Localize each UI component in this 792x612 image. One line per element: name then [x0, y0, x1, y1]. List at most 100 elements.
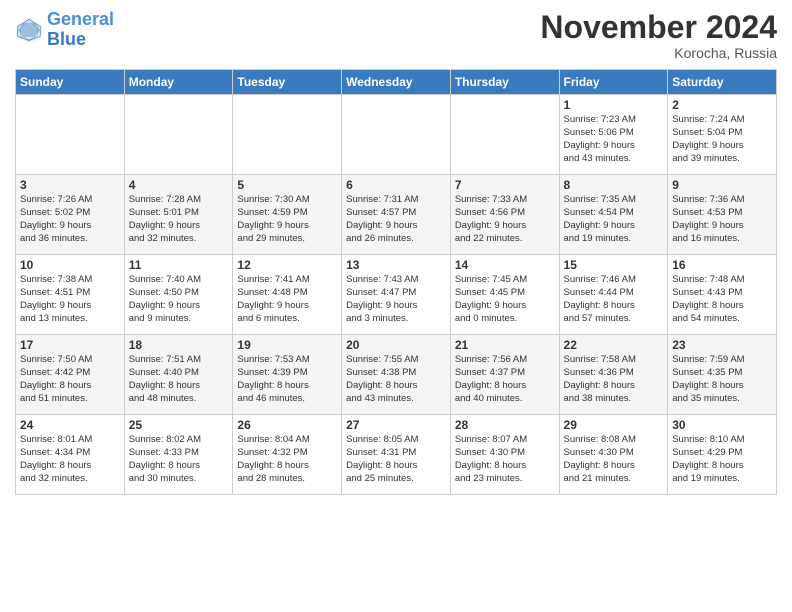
calendar-cell: 5Sunrise: 7:30 AM Sunset: 4:59 PM Daylig…: [233, 175, 342, 255]
day-info: Sunrise: 7:50 AM Sunset: 4:42 PM Dayligh…: [20, 354, 120, 405]
day-number: 13: [346, 258, 446, 272]
calendar-cell: 10 Sunrise: 7:38 AM Sunset: 4:51 PM Dayli…: [16, 255, 125, 335]
day-info: Sunrise: 7:58 AM Sunset: 4:36 PM Dayligh…: [564, 354, 664, 405]
calendar-row: 17 Sunrise: 7:50 AM Sunset: 4:42 PM Dayli…: [16, 335, 777, 415]
day-number: 12: [237, 258, 337, 272]
day-number: 20: [346, 338, 446, 352]
day-number: 17: [20, 338, 120, 352]
day-number: 19: [237, 338, 337, 352]
logo-line2: Blue: [47, 30, 114, 50]
day-number: 10: [20, 258, 120, 272]
day-info: Sunrise: 7:48 AM Sunset: 4:43 PM Dayligh…: [672, 274, 772, 325]
day-number: 28: [455, 418, 555, 432]
day-info: Sunrise: 7:56 AM Sunset: 4:37 PM Dayligh…: [455, 354, 555, 405]
calendar-cell: 2 Sunrise: 7:24 AM Sunset: 5:04 PM Daylig…: [668, 95, 777, 175]
calendar-cell: 24 Sunrise: 8:01 AM Sunset: 4:34 PM Dayli…: [16, 415, 125, 495]
day-number: 24: [20, 418, 120, 432]
calendar-cell: [16, 95, 125, 175]
day-number: 22: [564, 338, 664, 352]
header: General Blue November 2024 Korocha, Russ…: [15, 10, 777, 61]
calendar-cell: [124, 95, 233, 175]
calendar-cell: 9 Sunrise: 7:36 AM Sunset: 4:53 PM Daylig…: [668, 175, 777, 255]
day-number: 2: [672, 98, 772, 112]
calendar-cell: 25 Sunrise: 8:02 AM Sunset: 4:33 PM Dayli…: [124, 415, 233, 495]
calendar-row: 10 Sunrise: 7:38 AM Sunset: 4:51 PM Dayli…: [16, 255, 777, 335]
calendar-cell: 28 Sunrise: 8:07 AM Sunset: 4:30 PM Dayli…: [450, 415, 559, 495]
day-number: 25: [129, 418, 229, 432]
calendar-cell: 20 Sunrise: 7:55 AM Sunset: 4:38 PM Dayli…: [342, 335, 451, 415]
calendar-cell: 6 Sunrise: 7:31 AM Sunset: 4:57 PM Daylig…: [342, 175, 451, 255]
day-info: Sunrise: 8:01 AM Sunset: 4:34 PM Dayligh…: [20, 434, 120, 485]
calendar-cell: 8 Sunrise: 7:35 AM Sunset: 4:54 PM Daylig…: [559, 175, 668, 255]
day-number: 29: [564, 418, 664, 432]
day-info: Sunrise: 8:10 AM Sunset: 4:29 PM Dayligh…: [672, 434, 772, 485]
calendar-cell: [342, 95, 451, 175]
calendar-cell: 11 Sunrise: 7:40 AM Sunset: 4:50 PM Dayli…: [124, 255, 233, 335]
day-info: Sunrise: 8:05 AM Sunset: 4:31 PM Dayligh…: [346, 434, 446, 485]
day-info: Sunrise: 7:53 AM Sunset: 4:39 PM Dayligh…: [237, 354, 337, 405]
calendar-cell: 14Sunrise: 7:45 AM Sunset: 4:45 PM Dayli…: [450, 255, 559, 335]
logo-line1: General: [47, 9, 114, 29]
calendar-cell: 29 Sunrise: 8:08 AM Sunset: 4:30 PM Dayli…: [559, 415, 668, 495]
location: Korocha, Russia: [540, 45, 777, 61]
day-info: Sunrise: 7:46 AM Sunset: 4:44 PM Dayligh…: [564, 274, 664, 325]
day-number: 9: [672, 178, 772, 192]
day-info: Sunrise: 7:43 AM Sunset: 4:47 PM Dayligh…: [346, 274, 446, 325]
day-info: Sunrise: 7:31 AM Sunset: 4:57 PM Dayligh…: [346, 194, 446, 245]
day-info: Sunrise: 7:55 AM Sunset: 4:38 PM Dayligh…: [346, 354, 446, 405]
day-number: 3: [20, 178, 120, 192]
day-number: 16: [672, 258, 772, 272]
day-info: Sunrise: 8:08 AM Sunset: 4:30 PM Dayligh…: [564, 434, 664, 485]
day-info: Sunrise: 7:38 AM Sunset: 4:51 PM Dayligh…: [20, 274, 120, 325]
weekday-header: Monday: [124, 70, 233, 95]
calendar-cell: 27 Sunrise: 8:05 AM Sunset: 4:31 PM Dayli…: [342, 415, 451, 495]
calendar-header-row: SundayMondayTuesdayWednesdayThursdayFrid…: [16, 70, 777, 95]
day-number: 7: [455, 178, 555, 192]
calendar-cell: 26 Sunrise: 8:04 AM Sunset: 4:32 PM Dayli…: [233, 415, 342, 495]
calendar-cell: [450, 95, 559, 175]
calendar-cell: 7 Sunrise: 7:33 AM Sunset: 4:56 PM Daylig…: [450, 175, 559, 255]
calendar-cell: 4 Sunrise: 7:28 AM Sunset: 5:01 PM Daylig…: [124, 175, 233, 255]
day-number: 14: [455, 258, 555, 272]
calendar-row: 3 Sunrise: 7:26 AM Sunset: 5:02 PM Daylig…: [16, 175, 777, 255]
calendar-cell: [233, 95, 342, 175]
day-info: Sunrise: 8:04 AM Sunset: 4:32 PM Dayligh…: [237, 434, 337, 485]
calendar-cell: 3 Sunrise: 7:26 AM Sunset: 5:02 PM Daylig…: [16, 175, 125, 255]
title-block: November 2024 Korocha, Russia: [540, 10, 777, 61]
logo-icon: [15, 16, 43, 44]
month-title: November 2024: [540, 10, 777, 45]
logo: General Blue: [15, 10, 114, 50]
day-number: 1: [564, 98, 664, 112]
calendar-cell: 21 Sunrise: 7:56 AM Sunset: 4:37 PM Dayli…: [450, 335, 559, 415]
day-info: Sunrise: 7:26 AM Sunset: 5:02 PM Dayligh…: [20, 194, 120, 245]
day-number: 4: [129, 178, 229, 192]
calendar-cell: 19 Sunrise: 7:53 AM Sunset: 4:39 PM Dayli…: [233, 335, 342, 415]
calendar-table: SundayMondayTuesdayWednesdayThursdayFrid…: [15, 69, 777, 495]
calendar-cell: 18Sunrise: 7:51 AM Sunset: 4:40 PM Dayli…: [124, 335, 233, 415]
day-number: 8: [564, 178, 664, 192]
day-info: Sunrise: 7:36 AM Sunset: 4:53 PM Dayligh…: [672, 194, 772, 245]
day-number: 26: [237, 418, 337, 432]
logo-text: General Blue: [47, 10, 114, 50]
day-info: Sunrise: 7:30 AM Sunset: 4:59 PM Dayligh…: [237, 194, 337, 245]
day-info: Sunrise: 7:23 AM Sunset: 5:06 PM Dayligh…: [564, 114, 664, 165]
day-info: Sunrise: 7:33 AM Sunset: 4:56 PM Dayligh…: [455, 194, 555, 245]
day-number: 6: [346, 178, 446, 192]
day-number: 18: [129, 338, 229, 352]
day-info: Sunrise: 7:24 AM Sunset: 5:04 PM Dayligh…: [672, 114, 772, 165]
calendar-cell: 17 Sunrise: 7:50 AM Sunset: 4:42 PM Dayli…: [16, 335, 125, 415]
calendar-row: 24 Sunrise: 8:01 AM Sunset: 4:34 PM Dayli…: [16, 415, 777, 495]
day-number: 11: [129, 258, 229, 272]
day-info: Sunrise: 7:40 AM Sunset: 4:50 PM Dayligh…: [129, 274, 229, 325]
day-info: Sunrise: 8:02 AM Sunset: 4:33 PM Dayligh…: [129, 434, 229, 485]
calendar-cell: 15Sunrise: 7:46 AM Sunset: 4:44 PM Dayli…: [559, 255, 668, 335]
day-number: 27: [346, 418, 446, 432]
day-number: 30: [672, 418, 772, 432]
day-info: Sunrise: 7:41 AM Sunset: 4:48 PM Dayligh…: [237, 274, 337, 325]
day-number: 21: [455, 338, 555, 352]
day-info: Sunrise: 7:59 AM Sunset: 4:35 PM Dayligh…: [672, 354, 772, 405]
calendar-row: 1 Sunrise: 7:23 AM Sunset: 5:06 PM Daylig…: [16, 95, 777, 175]
day-info: Sunrise: 8:07 AM Sunset: 4:30 PM Dayligh…: [455, 434, 555, 485]
day-info: Sunrise: 7:28 AM Sunset: 5:01 PM Dayligh…: [129, 194, 229, 245]
day-info: Sunrise: 7:35 AM Sunset: 4:54 PM Dayligh…: [564, 194, 664, 245]
